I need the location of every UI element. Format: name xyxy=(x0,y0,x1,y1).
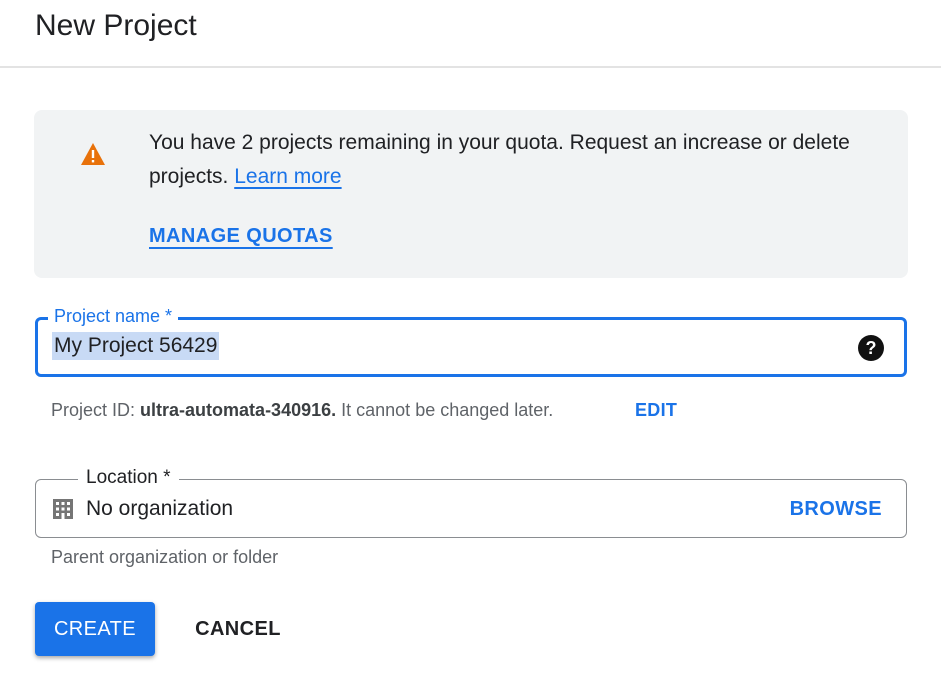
building-icon xyxy=(53,499,73,519)
project-id-suffix: It cannot be changed later. xyxy=(341,400,554,420)
project-id-text: Project ID: ultra-automata-340916. It ca… xyxy=(51,398,553,422)
project-name-field[interactable]: Project name * My Project 56429 ? xyxy=(35,304,907,377)
location-helper-text: Parent organization or folder xyxy=(51,547,279,567)
new-project-page: New Project You have 2 projects remainin… xyxy=(0,0,941,676)
page-title: New Project xyxy=(35,9,197,42)
learn-more-link[interactable]: Learn more xyxy=(234,165,341,188)
location-value: No organization xyxy=(86,497,234,520)
location-label: Location * xyxy=(78,466,179,490)
quota-notice: You have 2 projects remaining in your qu… xyxy=(34,110,908,278)
project-name-label: Project name * xyxy=(48,304,179,328)
create-button[interactable]: CREATE xyxy=(35,602,155,656)
quota-message: You have 2 projects remaining in your qu… xyxy=(149,126,869,194)
header-divider xyxy=(0,66,941,68)
manage-quotas-link[interactable]: MANAGE QUOTAS xyxy=(149,222,333,250)
location-field[interactable]: Location * No organization BROWSE xyxy=(35,466,907,538)
browse-button[interactable]: BROWSE xyxy=(790,495,882,523)
project-id-value: ultra-automata-340916. xyxy=(140,400,337,420)
edit-project-id-button[interactable]: EDIT xyxy=(635,398,677,422)
cancel-button[interactable]: CANCEL xyxy=(182,602,294,656)
help-icon[interactable]: ? xyxy=(858,335,884,361)
project-id-prefix: Project ID: xyxy=(51,400,136,420)
project-name-input[interactable]: My Project 56429 xyxy=(52,332,220,360)
warning-icon xyxy=(81,143,105,165)
